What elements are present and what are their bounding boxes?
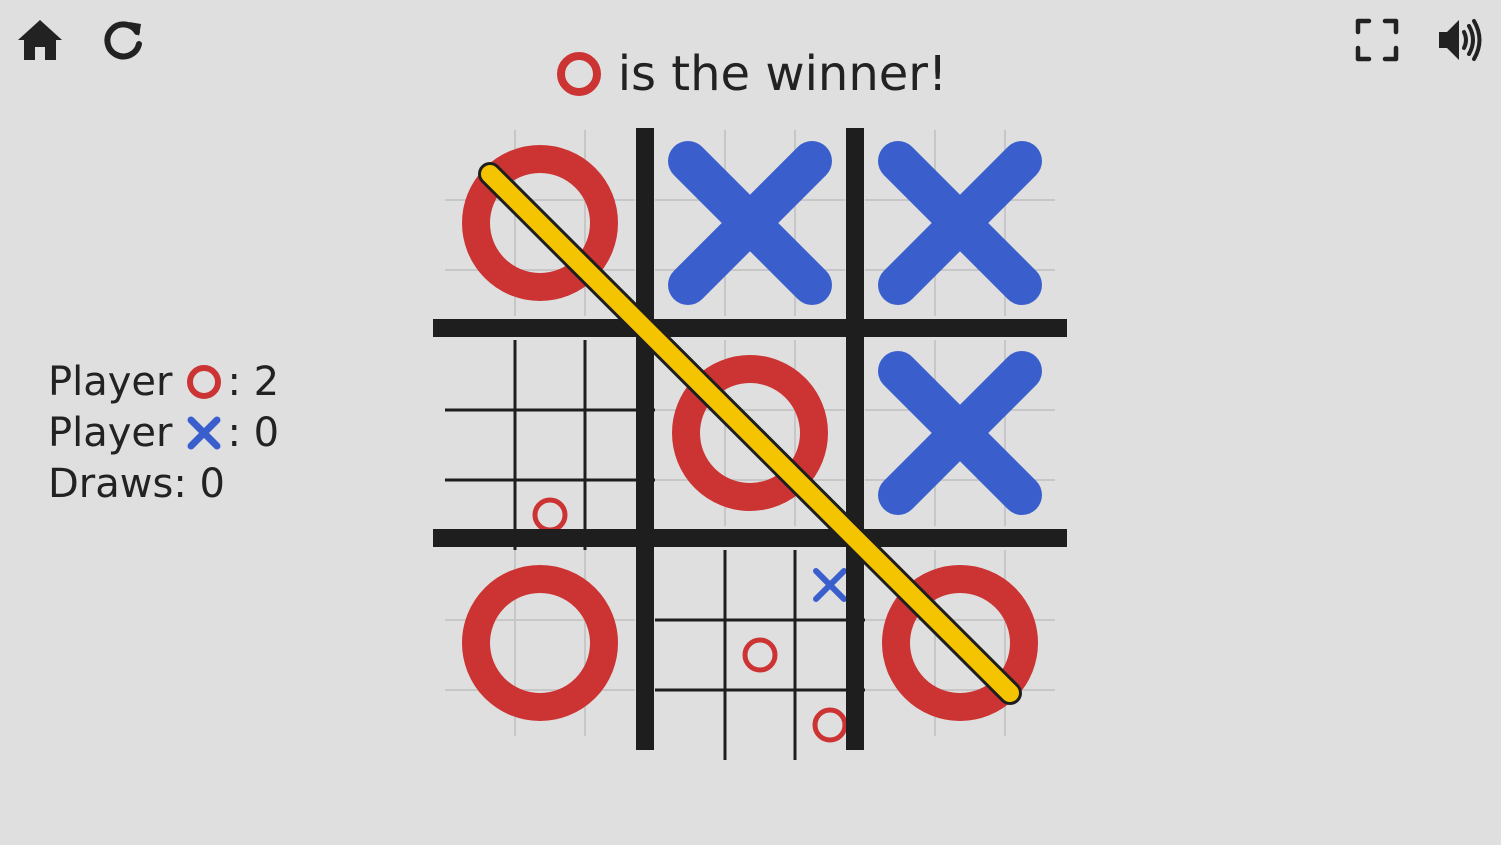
mini-o-mark [812,707,848,743]
winner-o-icon [554,49,604,99]
draws-label: Draws: 0 [48,460,225,507]
mini-x-mark [813,568,847,602]
player-o-score: : 2 [227,358,280,405]
x-icon [185,414,223,452]
grid-line-horizontal [433,529,1067,547]
player-x-score: : 0 [227,409,280,456]
player-o-label: Player [48,358,173,405]
score-draws: Draws: 0 [48,458,279,509]
mini-board [655,550,865,760]
score-player-x: Player : 0 [48,407,279,458]
cell-x-mark [878,141,1042,305]
cell-x-mark [668,141,832,305]
grid-line-horizontal [433,319,1067,337]
winner-message: is the winner! [617,46,948,102]
player-x-label: Player [48,409,173,456]
mini-o-mark [532,497,568,533]
grid-line-vertical [636,128,654,750]
cell-x-mark [878,351,1042,515]
mini-o-mark [742,637,778,673]
score-player-o: Player : 2 [48,356,279,407]
o-icon [185,363,223,401]
mini-board [445,340,655,550]
scoreboard: Player : 2 Player : 0 Draws: 0 [48,356,279,509]
grid-line-vertical [846,128,864,750]
game-status: is the winner! [0,44,1501,104]
